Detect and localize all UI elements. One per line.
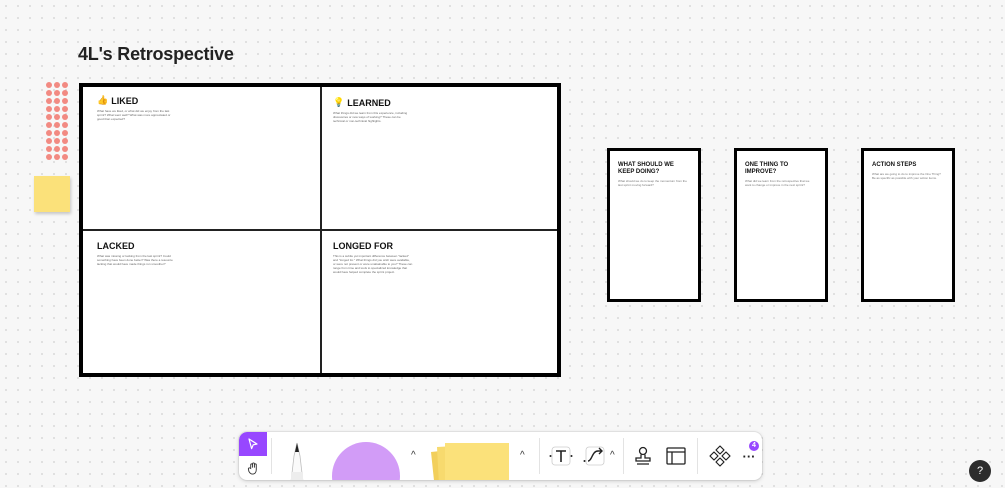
stamp-tool-button[interactable] [631,444,655,468]
section-icon [666,447,686,465]
chevron-up-icon[interactable]: ^ [411,450,416,461]
card-description: What did we learn from the retrospective… [745,179,810,187]
reaction-dot [54,82,60,88]
quadrant-title: LEARNED [347,97,391,108]
reaction-dot [46,122,52,128]
marker-tool-button[interactable] [287,442,307,480]
chevron-up-icon[interactable]: ^ [610,450,615,461]
quadrant-longed-for[interactable]: LONGED FOR This is a subtle yet importan… [333,241,553,274]
reaction-dot [54,154,60,160]
reaction-dot [46,130,52,136]
quadrant-learned[interactable]: 💡 LEARNED What things did we learn from … [333,97,553,123]
marker-icon [290,442,304,480]
sticky-tool-button[interactable] [430,442,511,480]
connector-icon [583,446,605,466]
card-keep-doing[interactable]: WHAT SHOULD WE KEEP DOING? What should w… [607,148,701,302]
card-action-steps[interactable]: ACTION STEPS What are we going to do to … [861,148,955,302]
hand-tool-button[interactable] [239,456,267,480]
text-icon [549,446,573,466]
reaction-dot [54,114,60,120]
reaction-dot [46,106,52,112]
board-divider-horizontal [83,229,557,231]
card-description: What should we do to keep the momentum f… [618,179,687,187]
sticky-stack-icon [430,443,509,480]
cursor-icon [248,438,258,450]
components-icon [709,445,731,467]
toolbar-divider [697,438,698,474]
chevron-up-icon[interactable]: ^ [520,450,525,461]
quadrant-liked[interactable]: 👍 LIKED What have we liked, or what did … [97,95,317,121]
reaction-dot [62,90,68,96]
hand-icon [247,461,257,475]
reaction-dot [62,154,68,160]
reaction-dot [46,146,52,152]
reaction-dot [62,138,68,144]
reaction-dot [62,146,68,152]
card-improve[interactable]: ONE THING TO IMPROVE? What did we learn … [734,148,828,302]
toolbar-divider [539,438,540,474]
quadrant-description: What things did we learn from this exper… [333,111,408,123]
components-tool-button[interactable] [708,444,732,468]
stamp-icon [635,446,651,465]
sticky-note[interactable] [34,176,70,212]
card-description: What are we going to do to improve the O… [872,172,941,180]
notification-badge: 4 [749,441,759,451]
reaction-dot [62,106,68,112]
reaction-dot [54,138,60,144]
reaction-dot [46,114,52,120]
creation-toolbar: ^ ^ ^ ··· 4 [239,432,762,480]
section-tool-button[interactable] [664,444,688,468]
card-title: ACTION STEPS [872,162,917,168]
reaction-dot [46,98,52,104]
reaction-dot [62,114,68,120]
shape-tool-button[interactable] [332,442,400,480]
reaction-dot [46,90,52,96]
reaction-dot [46,82,52,88]
reaction-dot [54,90,60,96]
reaction-dot [54,130,60,136]
card-title: ONE THING TO IMPROVE? [745,162,789,175]
reaction-dot [46,154,52,160]
reaction-dot [54,146,60,152]
reaction-dot [62,98,68,104]
quadrant-title: LIKED [111,95,139,106]
quadrant-title: LONGED FOR [333,241,393,251]
quadrant-description: This is a subtle yet important differenc… [333,254,413,274]
quadrant-description: What was missing or lacking from the las… [97,254,173,266]
lightbulb-icon: 💡 [333,97,345,107]
quadrant-description: What have we liked, or what did we enjoy… [97,109,171,121]
text-tool-button[interactable] [549,444,573,468]
quadrant-lacked[interactable]: LACKED What was missing or lacking from … [97,241,317,266]
reaction-dot [62,82,68,88]
reaction-dot [54,98,60,104]
reaction-dot [62,130,68,136]
reaction-dot [54,122,60,128]
card-title: WHAT SHOULD WE KEEP DOING? [618,162,674,175]
connector-tool-button[interactable] [583,444,607,468]
reaction-dot [46,138,52,144]
quadrant-title: LACKED [97,241,135,251]
reaction-dot [54,106,60,112]
toolbar-divider [623,438,624,474]
toolbar-divider [271,438,272,474]
help-button[interactable]: ? [969,460,991,482]
retro-board[interactable]: 👍 LIKED What have we liked, or what did … [79,83,561,377]
reaction-dot [62,122,68,128]
board-title[interactable]: 4L's Retrospective [78,44,234,65]
thumbs-up-icon: 👍 [97,95,109,105]
move-tool-button[interactable] [239,432,267,456]
